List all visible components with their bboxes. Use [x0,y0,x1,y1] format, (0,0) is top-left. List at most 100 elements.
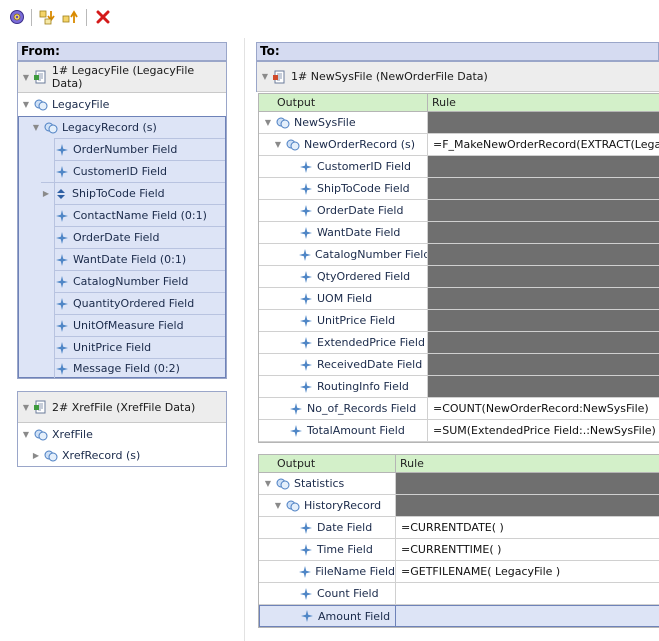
output-row[interactable]: Time Field [259,539,396,561]
rule-cell[interactable]: =GETFILENAME( LegacyFile ) [396,561,659,583]
move-down-button[interactable] [39,8,57,26]
collapse-icon[interactable]: ▼ [21,100,31,110]
from-header: From: [17,42,227,61]
expand-icon[interactable]: ▶ [41,189,51,199]
output-label: Date Field [317,521,373,534]
collapse-icon[interactable]: ▼ [260,72,270,82]
output-row[interactable]: ReceivedDate Field [259,354,428,376]
output-row[interactable]: UOM Field [259,288,428,310]
rule-cell[interactable] [428,332,659,354]
expand-icon[interactable]: ▶ [31,451,41,461]
tree-row-field[interactable]: UnitOfMeasure Field [55,314,225,336]
rule-cell[interactable] [396,473,659,495]
rule-cell[interactable] [428,376,659,398]
tree-label: CatalogNumber Field [73,275,189,288]
collapse-icon[interactable]: ▼ [263,479,273,489]
rule-cell[interactable] [428,310,659,332]
output-row[interactable]: ▼ HistoryRecord [259,495,396,517]
rule-cell[interactable] [396,583,659,605]
output-row[interactable]: ExtendedPrice Field [259,332,428,354]
tree-row-field[interactable]: ContactName Field (0:1) [55,204,225,226]
output-row[interactable]: FileName Field [259,561,396,583]
column-header-output[interactable]: Output [259,94,428,112]
output-row[interactable]: Count Field [259,583,396,605]
rule-text: =COUNT(NewOrderRecord:NewSysFile) [433,402,649,415]
move-up-button[interactable] [62,8,80,26]
output-row[interactable]: CustomerID Field [259,156,428,178]
rule-cell[interactable] [428,200,659,222]
output-label: Statistics [294,477,345,490]
field-icon [55,341,69,355]
tree-row-legacyrecord[interactable]: ▼ LegacyRecord (s) [31,117,225,138]
rule-cell[interactable] [428,178,659,200]
tree-row-field[interactable]: OrderDate Field [55,226,225,248]
output-row[interactable]: ▼ NewOrderRecord (s) [259,134,428,156]
document-icon [33,70,48,84]
rule-cell[interactable]: =CURRENTDATE( ) [396,517,659,539]
tree-row-field[interactable]: Message Field (0:2) [55,358,225,378]
tree-row-field[interactable]: UnitPrice Field [55,336,225,358]
output-row[interactable]: OrderDate Field [259,200,428,222]
tree-row-field[interactable]: CatalogNumber Field [55,270,225,292]
output-row[interactable]: UnitPrice Field [259,310,428,332]
tree-row-field[interactable]: OrderNumber Field [55,138,225,160]
rule-cell[interactable]: =SUM(ExtendedPrice Field:.:NewSysFile) [428,420,659,442]
collapse-icon[interactable]: ▼ [263,118,273,128]
rule-cell[interactable] [428,222,659,244]
toolbar-separator [31,9,32,26]
choice-icon [54,187,68,201]
tree-row-field[interactable]: CustomerID Field [55,160,225,182]
rule-cell[interactable] [428,354,659,376]
tree-row-field[interactable]: QuantityOrdered Field [55,292,225,314]
rule-cell[interactable] [428,112,659,134]
file-title: 1# NewSysFile (NewOrderFile Data) [291,70,488,83]
output-label: WantDate Field [317,226,401,239]
output-row-selected[interactable]: Amount Field [259,605,396,627]
tree-label: XrefFile [52,428,93,441]
tree-row-legacyfile[interactable]: ▼ LegacyFile [18,94,226,115]
output-row[interactable]: QtyOrdered Field [259,266,428,288]
rule-cell[interactable] [428,266,659,288]
output-row[interactable]: ShipToCode Field [259,178,428,200]
rule-cell[interactable] [428,244,659,266]
output-label: ShipToCode Field [317,182,410,195]
rule-cell[interactable]: =COUNT(NewOrderRecord:NewSysFile) [428,398,659,420]
output-row[interactable]: ▼ Statistics [259,473,396,495]
output-label: QtyOrdered Field [317,270,411,283]
xref-file-header[interactable]: ▼ 2# XrefFile (XrefFile Data) [18,392,226,423]
output-row[interactable]: Date Field [259,517,396,539]
output-row[interactable]: WantDate Field [259,222,428,244]
delete-button[interactable] [94,8,112,26]
column-header-output[interactable]: Output [259,455,396,473]
field-icon [55,362,69,376]
rule-cell[interactable] [428,156,659,178]
collapse-icon[interactable]: ▼ [21,72,31,82]
rule-cell-selected[interactable] [396,605,659,627]
legacy-file-header[interactable]: ▼ 1# LegacyFile (LegacyFile Data) [18,62,226,93]
collapse-icon[interactable]: ▼ [31,123,41,133]
tree-row-xrefrecord[interactable]: ▶ XrefRecord (s) [31,445,225,466]
output-row[interactable]: CatalogNumber Field [259,244,428,266]
collapse-icon[interactable]: ▼ [273,140,283,150]
rule-cell[interactable] [396,495,659,517]
panel-divider[interactable] [244,38,245,641]
settings-button[interactable] [8,8,26,26]
to-file-header[interactable]: ▼ 1# NewSysFile (NewOrderFile Data) [257,62,659,92]
tree-row-xreffile[interactable]: ▼ XrefFile [18,424,226,445]
column-header-rule[interactable]: Rule [396,455,659,473]
output-label: UnitPrice Field [317,314,396,327]
column-header-rule[interactable]: Rule [428,94,659,112]
output-row[interactable]: TotalAmount Field [259,420,428,442]
output-row[interactable]: ▼ NewSysFile [259,112,428,134]
collapse-icon[interactable]: ▼ [273,501,283,511]
rule-cell[interactable]: =F_MakeNewOrderRecord(EXTRACT(Legacy [428,134,659,156]
collapse-icon[interactable]: ▼ [21,430,31,440]
rule-cell[interactable]: =CURRENTTIME( ) [396,539,659,561]
red-x-icon [96,10,110,24]
output-row[interactable]: No_of_Records Field [259,398,428,420]
tree-row-field[interactable]: WantDate Field (0:1) [55,248,225,270]
collapse-icon[interactable]: ▼ [21,402,31,412]
output-row[interactable]: RoutingInfo Field [259,376,428,398]
tree-row-field[interactable]: ▶ ShipToCode Field [41,182,225,204]
rule-cell[interactable] [428,288,659,310]
